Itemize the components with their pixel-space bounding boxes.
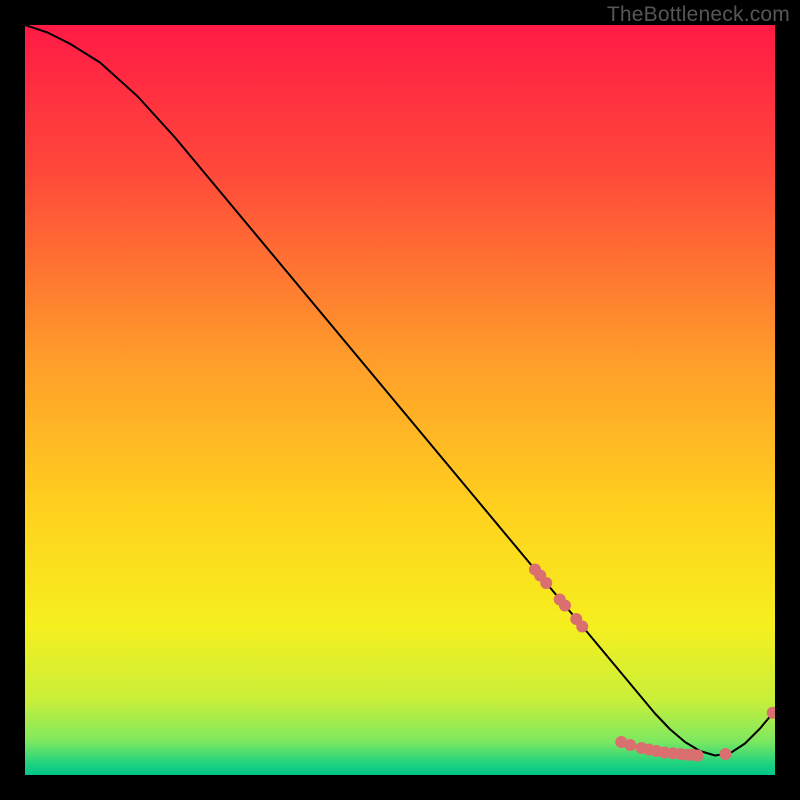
attribution-label: TheBottleneck.com (607, 3, 790, 27)
bottleneck-chart (25, 25, 775, 775)
data-marker (692, 750, 704, 762)
data-marker (624, 739, 636, 751)
data-marker (720, 748, 732, 760)
data-marker (576, 621, 588, 633)
chart-container: TheBottleneck.com (0, 0, 800, 800)
data-marker (559, 600, 571, 612)
gradient-background (25, 25, 775, 775)
data-marker (540, 577, 552, 589)
